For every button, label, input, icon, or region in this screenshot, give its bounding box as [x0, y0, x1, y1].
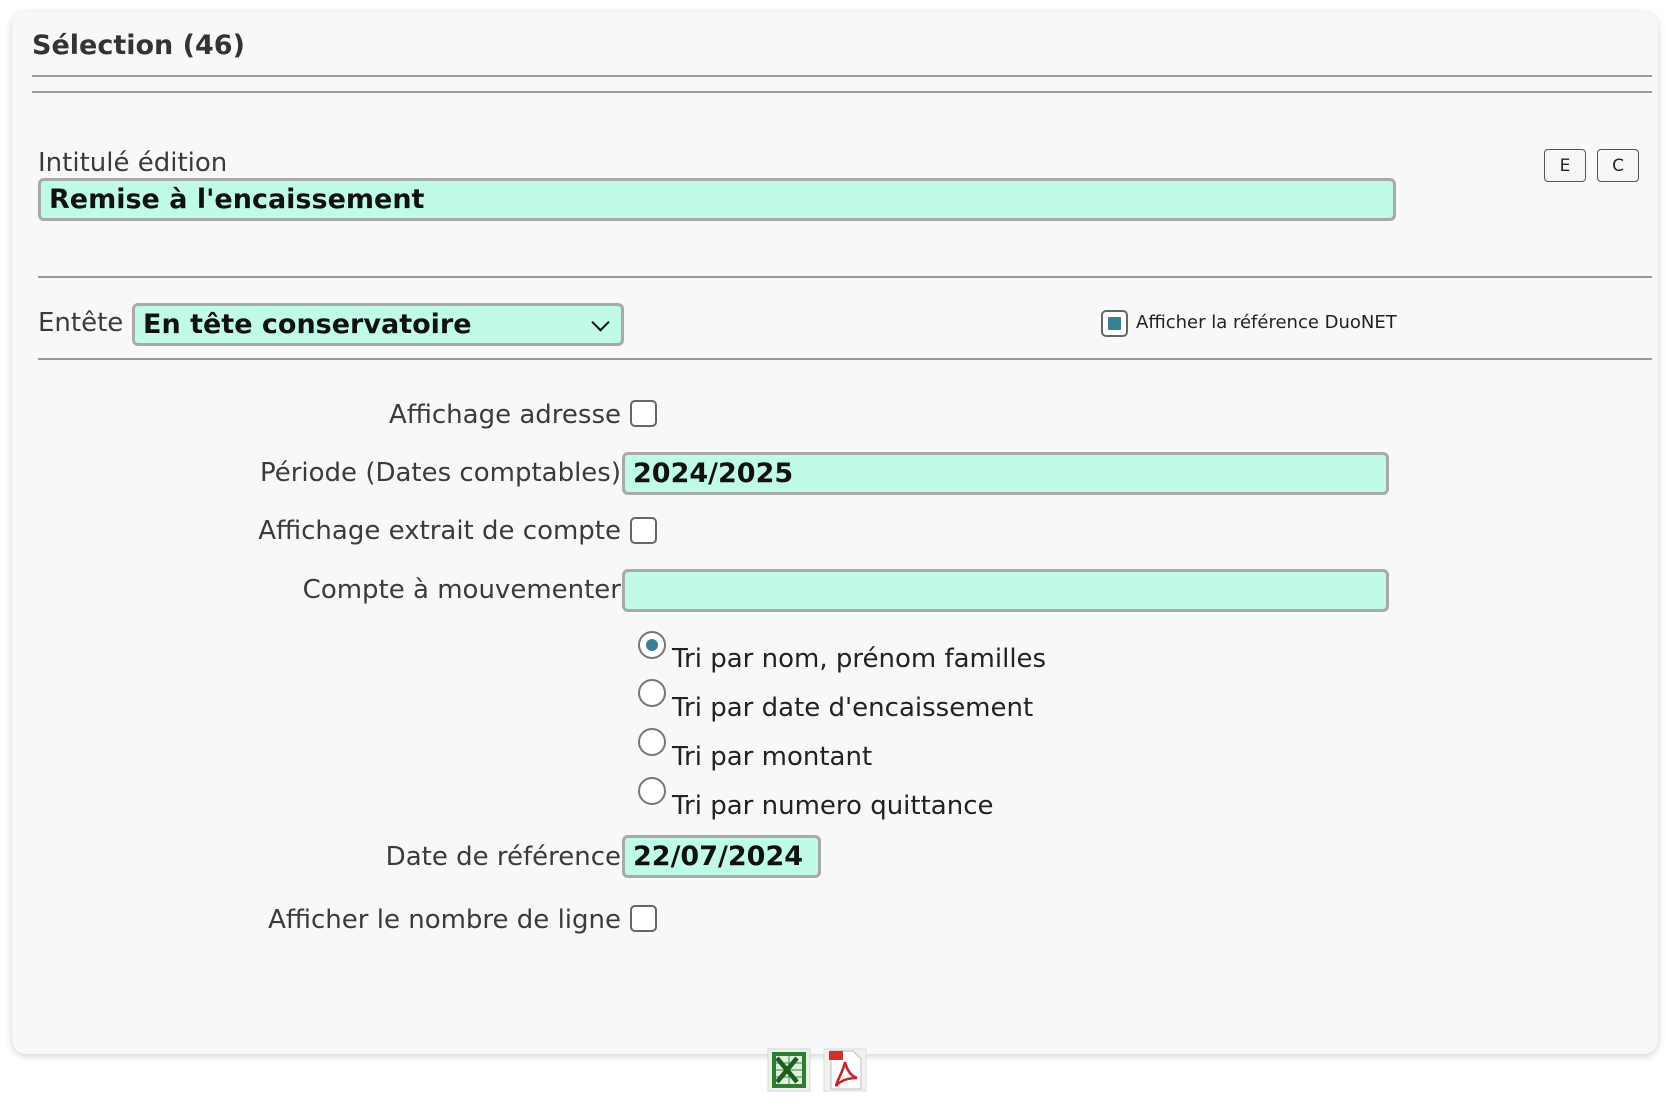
pdf-icon[interactable] [823, 1048, 867, 1092]
entete-select[interactable]: En tête conservatoire [132, 303, 624, 346]
affichage-adresse-checkbox[interactable] [630, 400, 657, 427]
panel-title: Sélection (46) [32, 30, 245, 61]
title-divider-top [32, 75, 1652, 77]
tri-date-label: Tri par date d'encaissement [672, 693, 1034, 723]
title-divider-bottom [32, 91, 1652, 93]
excel-icon[interactable] [767, 1048, 811, 1092]
nombre-ligne-label: Afficher le nombre de ligne [268, 905, 621, 935]
compte-label: Compte à mouvementer [302, 575, 621, 605]
entete-selected-value: En tête conservatoire [143, 309, 472, 340]
extrait-compte-label: Affichage extrait de compte [258, 516, 621, 546]
tri-nom-label: Tri par nom, prénom familles [672, 644, 1047, 674]
c-button[interactable]: C [1597, 149, 1639, 182]
edition-title-input[interactable]: Remise à l'encaissement [38, 178, 1396, 221]
section-divider-1 [38, 276, 1652, 278]
extrait-compte-checkbox[interactable] [630, 517, 657, 544]
compte-input[interactable] [622, 569, 1389, 612]
selection-panel: Sélection (46) Intitulé édition Remise à… [12, 12, 1658, 1054]
tri-date-radio[interactable] [638, 679, 666, 707]
edition-label: Intitulé édition [38, 148, 228, 178]
tri-quittance-radio[interactable] [638, 777, 666, 805]
duonet-reference-label: Afficher la référence DuoNET [1136, 312, 1397, 333]
nombre-ligne-checkbox[interactable] [630, 905, 657, 932]
chevron-down-icon [591, 312, 610, 332]
section-divider-2 [38, 358, 1652, 360]
periode-label: Période (Dates comptables) [259, 458, 621, 488]
periode-input[interactable]: 2024/2025 [622, 452, 1389, 495]
entete-label: Entête [38, 308, 124, 338]
tri-quittance-label: Tri par numero quittance [672, 791, 994, 821]
e-button[interactable]: E [1544, 149, 1586, 182]
tri-nom-radio[interactable] [638, 631, 666, 659]
duonet-reference-checkbox[interactable] [1101, 310, 1128, 337]
tri-montant-radio[interactable] [638, 728, 666, 756]
date-reference-label: Date de référence [385, 842, 621, 872]
date-reference-input[interactable]: 22/07/2024 [622, 835, 821, 878]
affichage-adresse-label: Affichage adresse [388, 400, 621, 430]
tri-montant-label: Tri par montant [672, 742, 873, 772]
